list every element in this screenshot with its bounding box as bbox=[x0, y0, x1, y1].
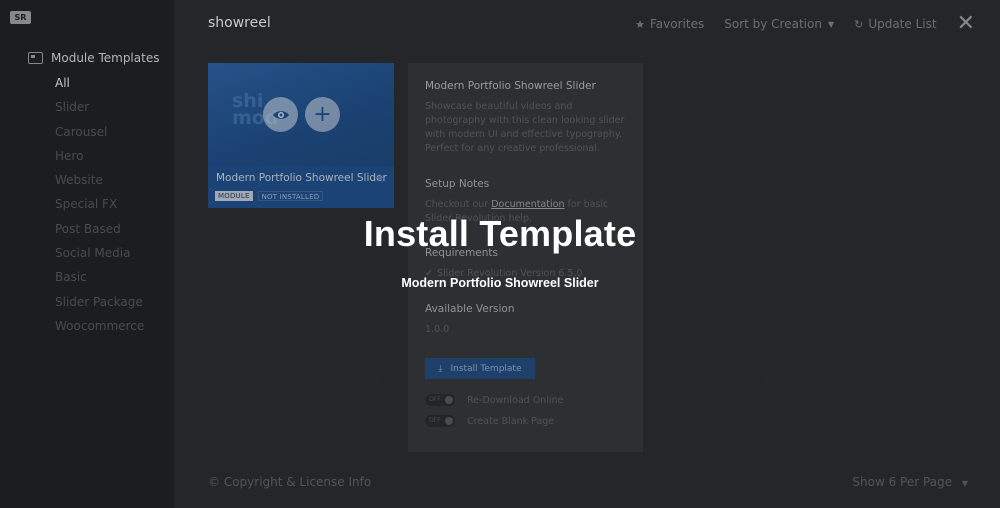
overlay-title: Install Template bbox=[363, 213, 637, 254]
install-overlay: Install Template Modern Portfolio Showre… bbox=[0, 0, 1000, 508]
overlay-subtitle: Modern Portfolio Showreel Slider bbox=[401, 276, 599, 290]
